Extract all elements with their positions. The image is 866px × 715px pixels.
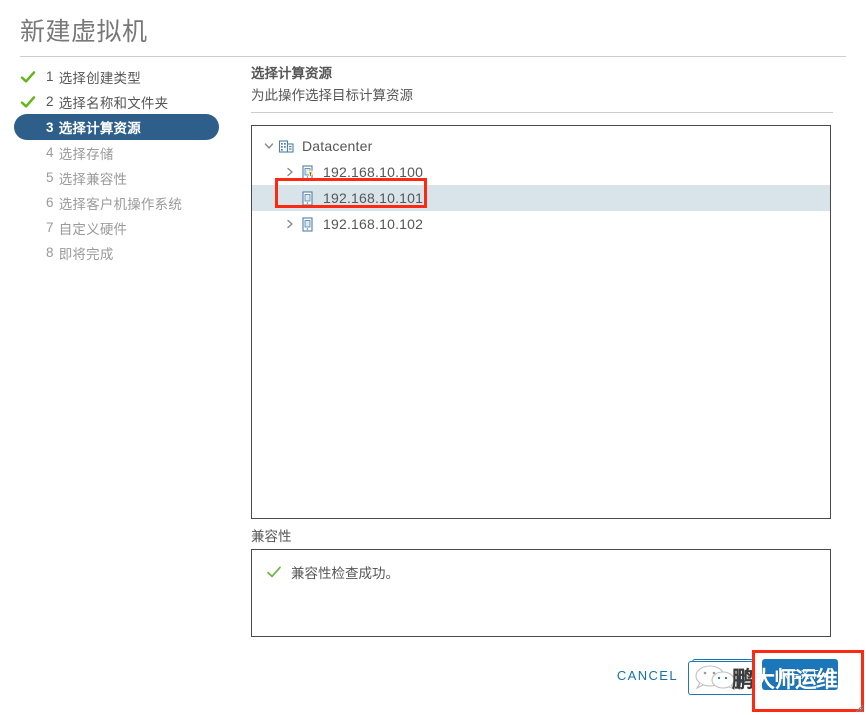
tree-row-selected[interactable]: 192.168.10.101 [252,185,830,211]
back-button[interactable]: BACK [692,659,754,689]
sidebar-step-4[interactable]: 4 选择存储 [14,140,242,165]
sidebar-step-6[interactable]: 6 选择客户机操作系统 [14,190,242,215]
sidebar-step-3[interactable]: 3 选择计算资源 [14,114,219,140]
chevron-down-icon[interactable] [261,138,277,154]
chevron-right-icon[interactable] [282,164,298,180]
compute-resource-tree[interactable]: Datacenter 192.168.10.100 192.168.10.101… [251,125,831,519]
sidebar-step-2[interactable]: 2 选择名称和文件夹 [14,89,242,114]
sidebar-step-6-number: 6 [46,195,54,210]
cancel-button[interactable]: CANCEL [609,663,686,688]
sidebar-step-5-label: 选择兼容性 [58,171,128,187]
content-header: 选择计算资源 为此操作选择目标计算资源 [251,64,833,113]
sidebar-step-1-label: 选择创建类型 [58,70,141,86]
compatibility-box: 兼容性检查成功。 [251,549,831,637]
compatibility-label: 兼容性 [251,529,292,544]
sidebar-step-8[interactable]: 8 即将完成 [14,240,242,265]
sidebar-step-7-label: 自定义硬件 [58,221,128,237]
host-icon [298,163,316,181]
sidebar-step-5-number: 5 [46,170,54,185]
content-title: 选择计算资源 [251,66,332,81]
sidebar-step-8-label: 即将完成 [58,246,114,262]
sidebar-step-1[interactable]: 1 选择创建类型 [14,64,242,89]
tree-node-label: 192.168.10.101 [323,190,424,206]
tree-node-label: Datacenter [302,138,373,154]
content-subtitle: 为此操作选择目标计算资源 [251,88,413,103]
check-icon [20,94,36,110]
sidebar-step-8-number: 8 [46,245,54,260]
host-icon [298,215,316,233]
title-divider [20,56,846,57]
wizard-footer: CANCEL BACK NEXT [0,655,866,699]
sidebar-step-2-label: 选择名称和文件夹 [58,95,169,111]
compatibility-message: 兼容性检查成功。 [291,566,399,581]
tree-node-label: 192.168.10.100 [323,164,424,180]
resize-grip-icon[interactable] [852,701,864,713]
tree-row[interactable]: 192.168.10.100 [252,159,830,185]
compatibility-status: 兼容性检查成功。 [252,550,830,582]
sidebar-step-7-number: 7 [46,220,54,235]
sidebar-step-2-number: 2 [46,94,54,109]
next-button[interactable]: NEXT [762,659,838,690]
check-icon [20,69,36,85]
sidebar-step-4-number: 4 [46,145,54,160]
content-divider [251,112,833,113]
sidebar-step-1-number: 1 [46,69,54,84]
host-icon [298,189,316,207]
sidebar-step-6-label: 选择客户机操作系统 [58,196,183,212]
page-title: 新建虚拟机 [20,18,148,46]
wizard-step-list: 1 选择创建类型 2 选择名称和文件夹 3 选择计算资源 4 选择存储 5 选择… [14,64,242,265]
sidebar-step-5[interactable]: 5 选择兼容性 [14,165,242,190]
check-icon [266,564,282,580]
sidebar-step-4-label: 选择存储 [58,146,114,162]
sidebar-step-3-number: 3 [46,119,54,135]
tree-node-label: 192.168.10.102 [323,216,424,232]
chevron-right-icon[interactable] [282,216,298,232]
tree-row[interactable]: Datacenter [252,133,830,159]
sidebar-step-3-label: 选择计算资源 [58,121,141,136]
datacenter-icon [277,137,295,155]
tree-row[interactable]: 192.168.10.102 [252,211,830,237]
sidebar-step-7[interactable]: 7 自定义硬件 [14,215,242,240]
